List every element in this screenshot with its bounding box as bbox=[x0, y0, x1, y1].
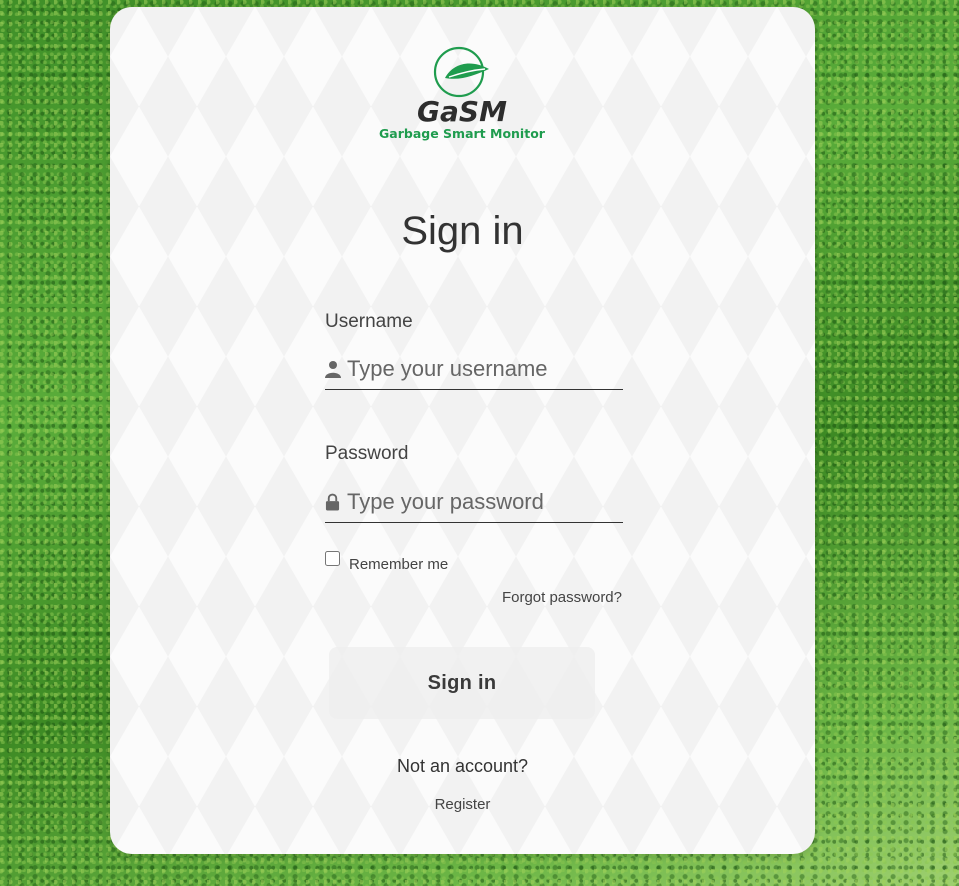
login-card: GaSM Garbage Smart Monitor Sign in Usern… bbox=[110, 7, 815, 854]
remember-me-label: Remember me bbox=[349, 556, 449, 573]
username-field-wrapper bbox=[325, 349, 623, 390]
logo-name: GaSM bbox=[417, 95, 507, 128]
gasm-logo: GaSM Garbage Smart Monitor bbox=[360, 45, 564, 149]
leaf-circle-icon bbox=[433, 46, 489, 98]
logo-tagline: Garbage Smart Monitor bbox=[379, 126, 545, 141]
username-input[interactable] bbox=[347, 353, 617, 385]
password-field-wrapper bbox=[325, 482, 623, 523]
register-link[interactable]: Register bbox=[110, 796, 815, 813]
username-label: Username bbox=[325, 311, 413, 332]
forgot-password-link[interactable]: Forgot password? bbox=[502, 589, 622, 606]
lock-icon bbox=[325, 493, 340, 511]
remember-me[interactable]: Remember me bbox=[325, 551, 448, 573]
password-input[interactable] bbox=[347, 486, 617, 518]
page-title: Sign in bbox=[401, 209, 524, 253]
sign-in-button[interactable]: Sign in bbox=[329, 647, 595, 719]
user-icon bbox=[325, 361, 341, 378]
remember-me-checkbox[interactable] bbox=[325, 551, 340, 566]
password-label: Password bbox=[325, 443, 409, 464]
no-account-text: Not an account? bbox=[396, 756, 529, 776]
